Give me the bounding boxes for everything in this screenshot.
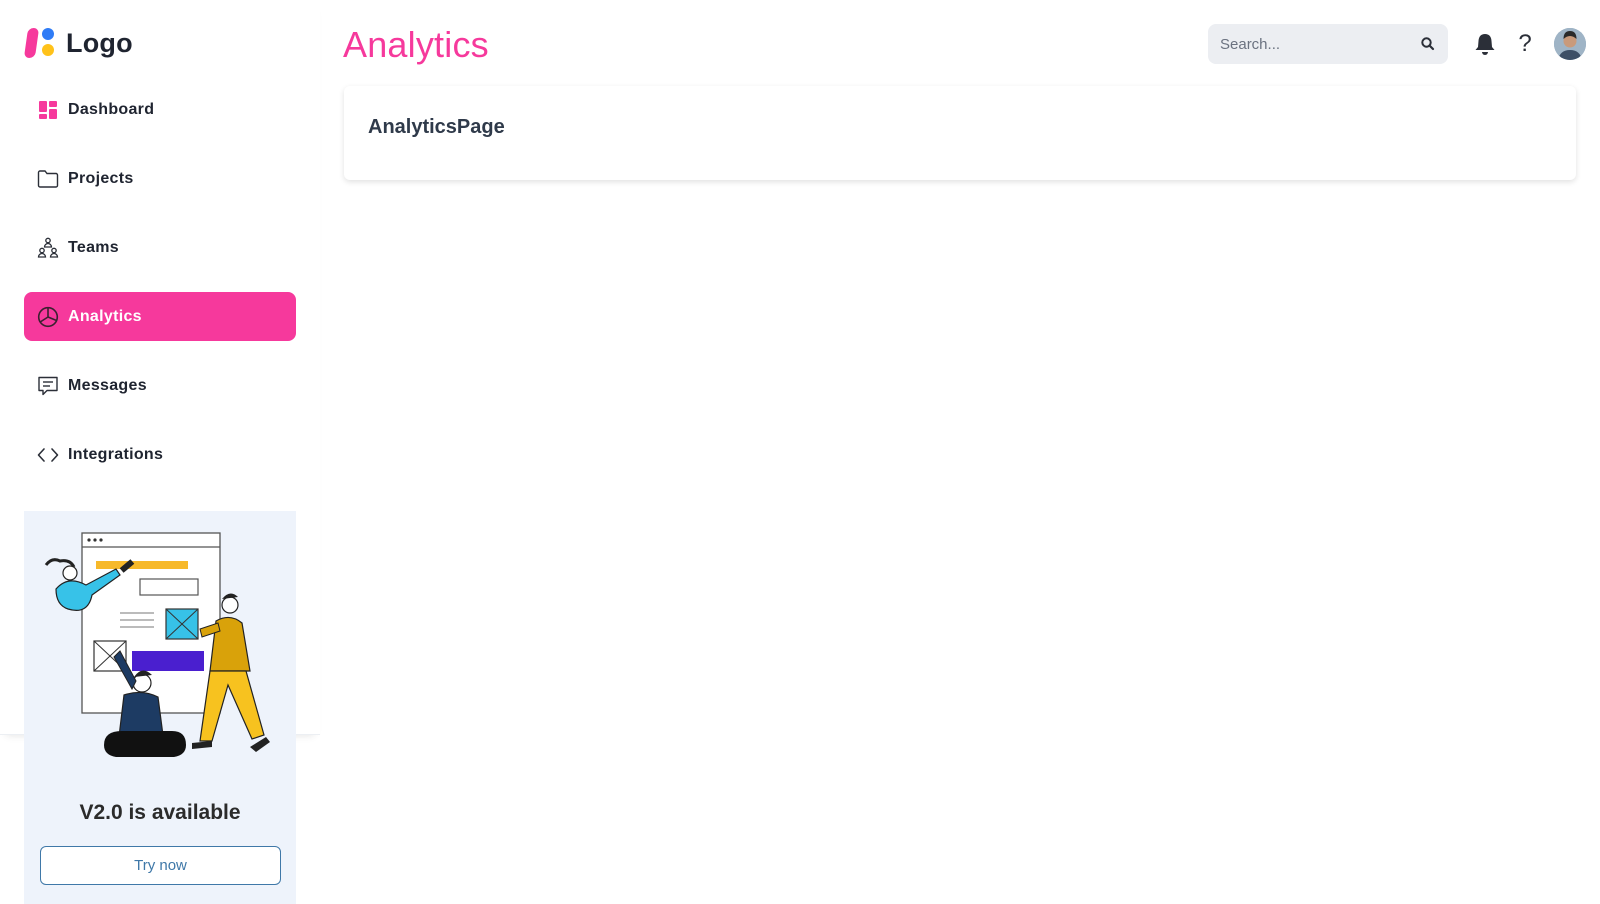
sidebar-item-label: Dashboard bbox=[68, 100, 155, 118]
analytics-card: AnalyticsPage bbox=[344, 86, 1576, 180]
sidebar-item-label: Messages bbox=[68, 376, 147, 394]
bell-icon[interactable] bbox=[1472, 31, 1498, 57]
logo-mark-icon bbox=[23, 26, 58, 60]
sidebar-nav: Dashboard Projects Teams Analytics Messa… bbox=[24, 85, 296, 499]
search-input[interactable] bbox=[1220, 35, 1420, 53]
message-icon bbox=[37, 375, 59, 397]
search-icon[interactable] bbox=[1420, 36, 1436, 52]
folder-icon bbox=[37, 168, 59, 190]
pie-chart-icon bbox=[37, 306, 59, 328]
logo[interactable]: Logo bbox=[23, 26, 133, 60]
sidebar-item-label: Integrations bbox=[68, 445, 164, 463]
sidebar-item-integrations[interactable]: Integrations bbox=[24, 430, 296, 479]
avatar[interactable] bbox=[1554, 28, 1586, 60]
page-title: Analytics bbox=[343, 24, 489, 65]
sidebar-item-dashboard[interactable]: Dashboard bbox=[24, 85, 296, 134]
sidebar-item-teams[interactable]: Teams bbox=[24, 223, 296, 272]
dashboard-icon bbox=[37, 99, 59, 121]
card-title: AnalyticsPage bbox=[368, 116, 505, 138]
sidebar-item-label: Teams bbox=[68, 238, 120, 256]
sidebar-item-label: Analytics bbox=[68, 307, 142, 325]
help-glyph: ? bbox=[1518, 30, 1532, 57]
sidebar-item-analytics[interactable]: Analytics bbox=[24, 292, 296, 341]
logo-text: Logo bbox=[66, 27, 133, 58]
try-now-button[interactable]: Try now bbox=[40, 846, 281, 885]
promo-title: V2.0 is available bbox=[79, 801, 241, 824]
help-icon[interactable]: ? bbox=[1512, 31, 1538, 57]
upgrade-promo-card: V2.0 is available Try now bbox=[24, 511, 296, 904]
sidebar-item-messages[interactable]: Messages bbox=[24, 361, 296, 410]
sidebar-item-label: Projects bbox=[68, 169, 134, 187]
user-avatar-icon bbox=[1554, 28, 1586, 60]
sidebar-item-projects[interactable]: Projects bbox=[24, 154, 296, 203]
search-box bbox=[1208, 24, 1448, 64]
teams-icon bbox=[37, 237, 59, 259]
team-illustration-icon bbox=[44, 532, 270, 757]
code-icon bbox=[37, 444, 59, 466]
